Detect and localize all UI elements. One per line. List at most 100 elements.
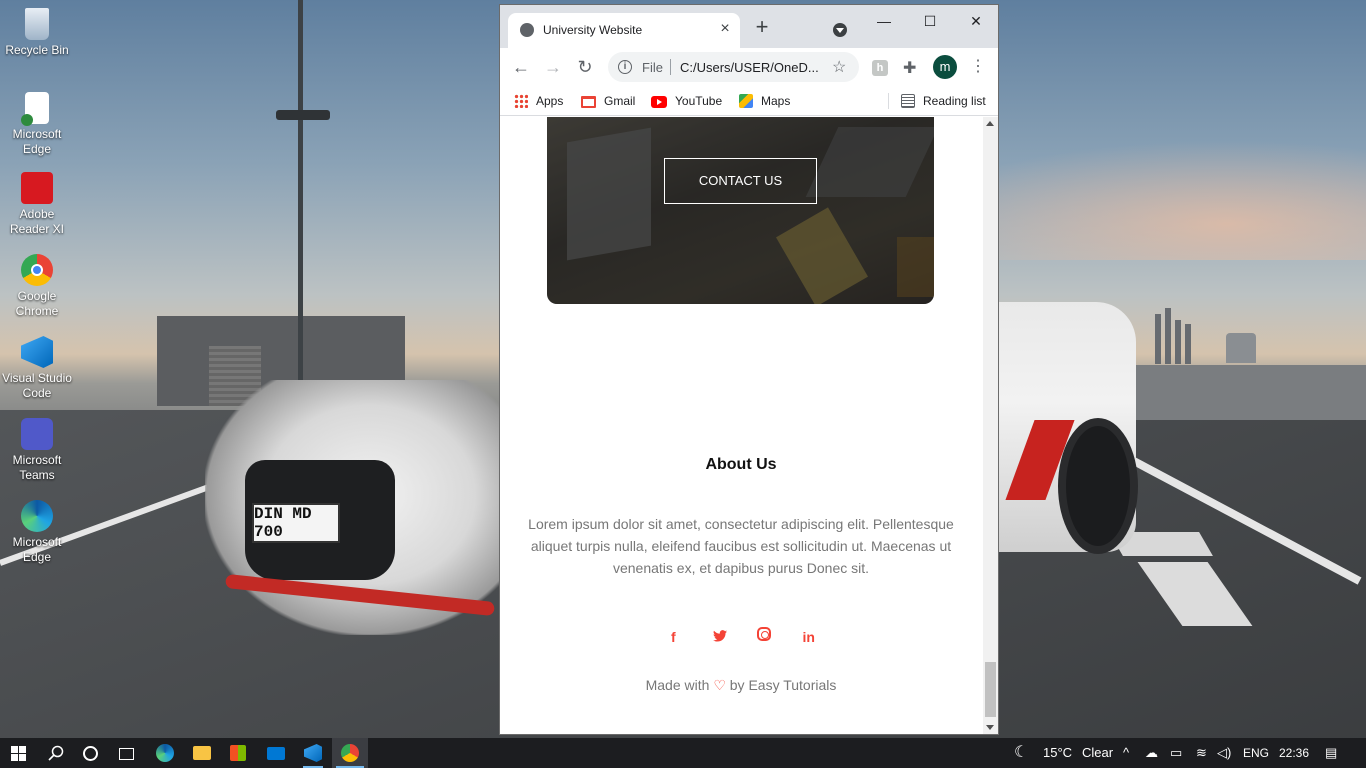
desktop-icon-label: Google Chrome xyxy=(15,289,59,318)
task-view-button[interactable] xyxy=(108,738,144,768)
weather-description[interactable]: Clear xyxy=(1082,738,1113,768)
social-links: f in xyxy=(500,627,982,647)
scheme-label: File xyxy=(642,60,663,75)
file-icon xyxy=(21,92,49,126)
weather-temperature[interactable]: 15°C xyxy=(1043,738,1072,768)
tab-title: University Website xyxy=(543,23,643,37)
clock[interactable]: 22:36 xyxy=(1279,738,1309,768)
taskbar-chrome[interactable] xyxy=(332,738,368,768)
about-us-text: Lorem ipsum dolor sit amet, consectetur … xyxy=(528,516,954,576)
desktop-icon-microsoft-edge[interactable]: Microsoft Edge xyxy=(0,500,74,565)
show-hidden-icons-chevron-icon[interactable]: ^ xyxy=(1123,738,1129,768)
battery-icon[interactable]: ▭ xyxy=(1170,738,1182,768)
bookmark-label: Maps xyxy=(761,94,791,108)
reading-list-label: Reading list xyxy=(923,94,986,108)
task-view-icon xyxy=(118,748,134,760)
edge-icon xyxy=(21,500,53,532)
cortana-circle-icon xyxy=(82,746,98,761)
bookmark-gmail[interactable]: Gmail xyxy=(581,92,635,110)
store-bag-icon xyxy=(230,745,246,761)
taskbar-edge[interactable] xyxy=(147,738,183,768)
desktop-icon-label: Visual Studio Code xyxy=(2,371,72,400)
maximize-button[interactable]: ☐ xyxy=(915,11,945,31)
taskbar: ☾ 15°C Clear ^ ☁ ▭ ≋ ◁) ENG 22:36 ▤ xyxy=(0,738,1366,768)
scrollbar-thumb[interactable] xyxy=(985,662,996,717)
address-bar[interactable]: i File C:/Users/USER/OneD... ☆ xyxy=(608,52,859,82)
cortana-button[interactable] xyxy=(72,738,108,768)
linkedin-icon[interactable]: in xyxy=(800,628,818,646)
light-pole-head xyxy=(276,110,330,120)
contact-us-button[interactable]: CONTACT US xyxy=(664,158,817,204)
profile-avatar[interactable]: m xyxy=(933,55,957,79)
forward-button[interactable]: → xyxy=(542,56,564,78)
info-icon[interactable]: i xyxy=(618,60,632,74)
browser-window: University Website × + — ☐ ✕ ← → ↻ i Fil… xyxy=(499,4,999,735)
bookmark-maps[interactable]: Maps xyxy=(739,92,790,110)
chrome-icon xyxy=(21,254,53,286)
scroll-down-arrow-icon[interactable] xyxy=(986,725,994,730)
reading-list-button[interactable]: Reading list xyxy=(901,92,986,110)
start-button[interactable] xyxy=(0,738,36,768)
windows-logo-icon xyxy=(11,746,26,761)
bookmark-label: Apps xyxy=(536,94,564,108)
moon-weather-icon[interactable]: ☾ xyxy=(1014,738,1028,768)
desktop-icon-microsoft-edge-file[interactable]: Microsoft Edge xyxy=(0,92,74,157)
facebook-icon[interactable]: f xyxy=(664,628,682,646)
taskbar-mail[interactable] xyxy=(258,738,294,768)
taskbar-vscode[interactable] xyxy=(295,738,331,768)
bookmark-youtube[interactable]: YouTube xyxy=(651,92,722,110)
taskbar-file-explorer[interactable] xyxy=(184,738,220,768)
car-license-plate: DIN MD 700 xyxy=(252,503,340,543)
search-icon xyxy=(48,745,64,761)
bookmark-star-icon[interactable]: ☆ xyxy=(832,57,846,77)
fence xyxy=(1128,365,1366,420)
gmail-icon xyxy=(581,96,596,108)
desktop-icon-google-chrome[interactable]: Google Chrome xyxy=(0,254,74,319)
extension-icon[interactable]: h xyxy=(872,60,888,76)
adobe-reader-icon xyxy=(21,172,53,204)
close-window-button[interactable]: ✕ xyxy=(961,11,991,31)
vscode-icon xyxy=(304,744,322,762)
language-indicator[interactable]: ENG xyxy=(1243,738,1269,768)
tab-strip: University Website × + — ☐ ✕ xyxy=(500,5,998,48)
scroll-up-arrow-icon[interactable] xyxy=(986,121,994,126)
light-pole xyxy=(298,0,303,400)
bookmarks-separator xyxy=(888,93,889,109)
onedrive-cloud-icon[interactable]: ☁ xyxy=(1145,738,1158,768)
instagram-icon[interactable] xyxy=(757,627,772,641)
about-us-title: About Us xyxy=(705,456,777,473)
new-tab-button[interactable]: + xyxy=(751,16,773,39)
desktop-icon-microsoft-teams[interactable]: Microsoft Teams xyxy=(0,418,74,483)
twitter-icon[interactable] xyxy=(711,628,729,646)
tab-university-website[interactable]: University Website × xyxy=(508,13,740,48)
search-button[interactable] xyxy=(38,738,74,768)
tab-search-icon[interactable] xyxy=(833,23,847,37)
desktop-icon-vscode[interactable]: Visual Studio Code xyxy=(0,336,74,401)
volume-icon[interactable]: ◁) xyxy=(1217,738,1231,768)
contact-banner: CONTACT US xyxy=(547,117,934,304)
bookmark-apps[interactable]: Apps xyxy=(514,92,563,110)
reload-button[interactable]: ↻ xyxy=(574,56,596,78)
menu-kebab-icon[interactable]: ⋮ xyxy=(970,56,986,78)
close-tab-icon[interactable]: × xyxy=(716,19,734,39)
url-text[interactable]: C:/Users/USER/OneD... xyxy=(680,60,819,75)
bookmark-label: YouTube xyxy=(675,94,723,108)
extensions-puzzle-icon[interactable]: ✚ xyxy=(903,58,916,78)
vertical-scrollbar[interactable] xyxy=(983,117,998,734)
apps-icon xyxy=(514,94,528,108)
desktop-icon-label: Microsoft Teams xyxy=(12,453,62,482)
back-button[interactable]: ← xyxy=(510,56,532,78)
wifi-icon[interactable]: ≋ xyxy=(1196,738,1207,768)
desktop-icon-adobe-reader[interactable]: Adobe Reader XI xyxy=(0,172,74,237)
factory-chimneys xyxy=(1155,308,1195,364)
chrome-icon xyxy=(341,744,359,762)
heart-icon: ♡ xyxy=(713,677,726,693)
notifications-icon[interactable]: ▤ xyxy=(1325,738,1337,768)
taskbar-store[interactable] xyxy=(220,738,256,768)
browser-toolbar: ← → ↻ i File C:/Users/USER/OneD... ☆ h ✚… xyxy=(500,48,998,86)
desktop-icon-label: Microsoft Edge xyxy=(12,127,62,156)
power-plant xyxy=(1226,333,1256,363)
desktop-icon-recycle-bin[interactable]: Recycle Bin xyxy=(0,8,74,58)
page-viewport: CONTACT US About Us Lorem ipsum dolor si… xyxy=(500,117,998,734)
minimize-button[interactable]: — xyxy=(869,11,899,31)
